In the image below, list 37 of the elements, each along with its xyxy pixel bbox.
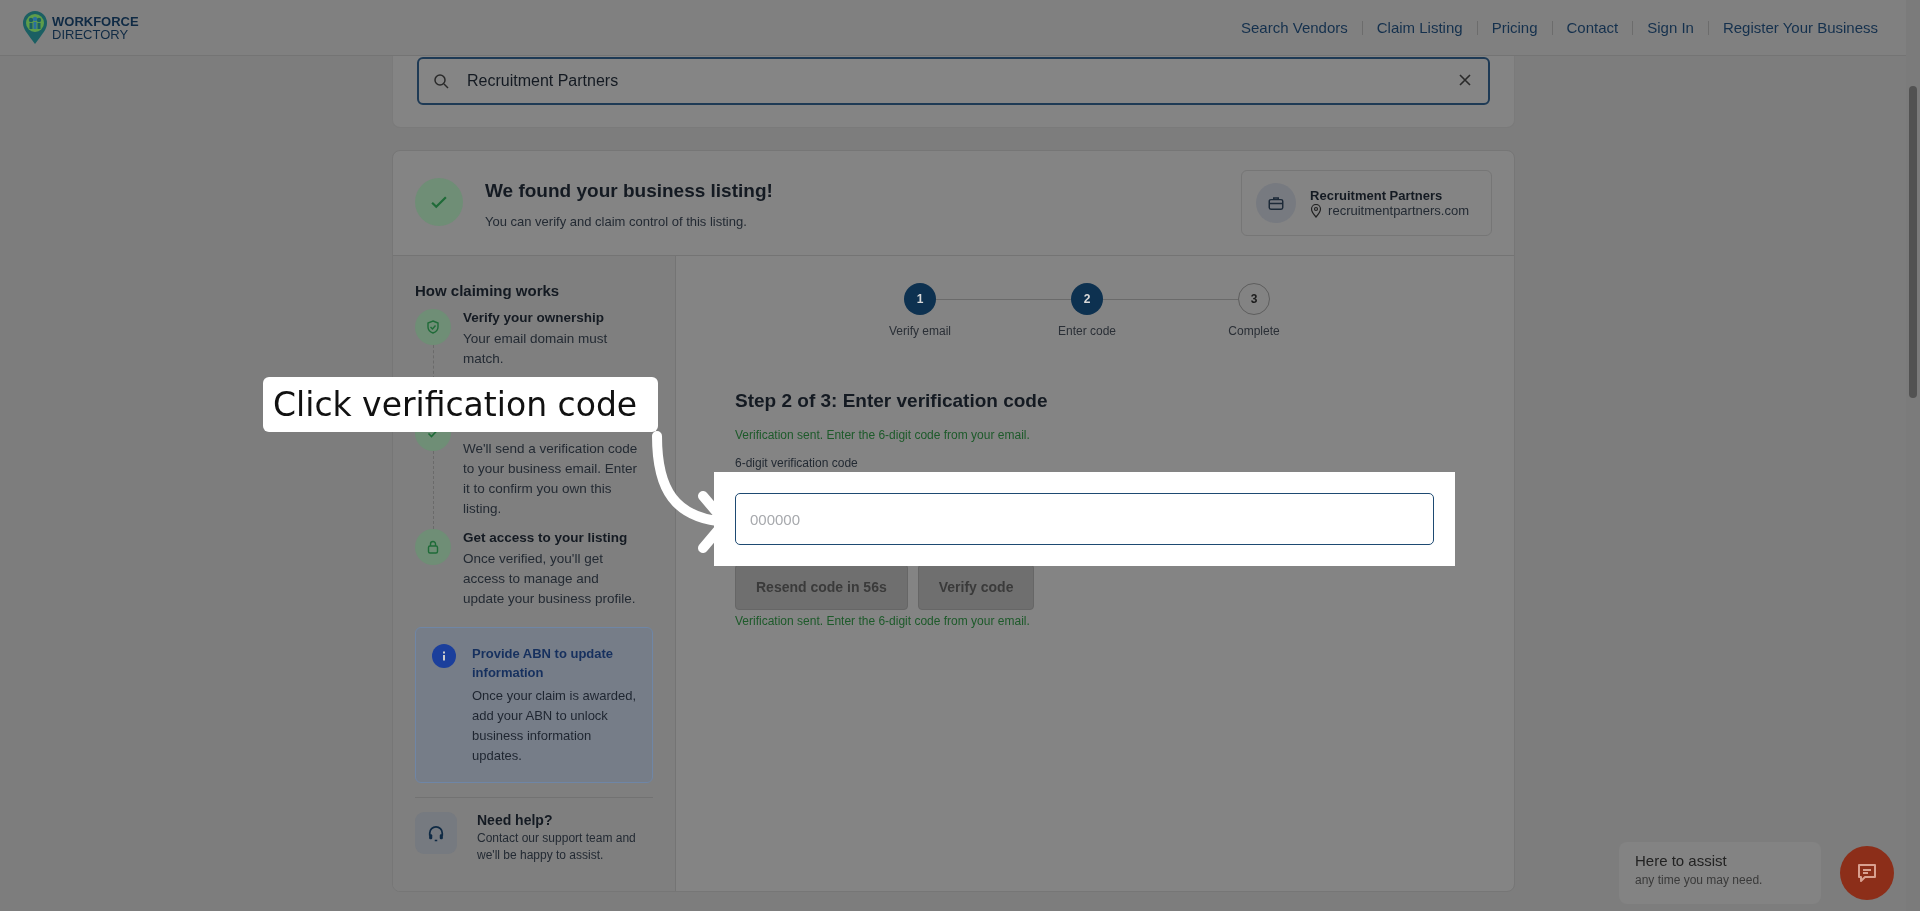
found-subtitle: You can verify and claim control of this listing. <box>485 213 748 229</box>
search-field[interactable]: Recruitment Partners <box>417 57 1490 105</box>
nav-link[interactable]: Register Your Business <box>1722 19 1878 36</box>
sidebar-title: How claiming works <box>415 282 561 299</box>
step-title: Get access to your listing <box>463 530 629 545</box>
logo-text: WORKFORCE <box>52 14 139 28</box>
step-title: Verify your ownership <box>463 310 606 325</box>
field-label: 6-digit verification code <box>735 456 859 470</box>
help-text: Contact our support team and we'll be happy to assist. <box>477 830 637 864</box>
nav-link[interactable]: Pricing <box>1491 19 1538 36</box>
nav-link[interactable]: Claim Listing <box>1376 19 1463 36</box>
found-title: We found your business listing! <box>485 179 773 202</box>
step-number: 2 <box>1071 283 1103 315</box>
business-website: recruitmentpartners.com <box>1328 203 1469 218</box>
code-input[interactable]: 000000 <box>735 493 1434 545</box>
nav-link[interactable]: Search Vendors <box>1241 19 1348 36</box>
step-number: 3 <box>1238 283 1270 315</box>
step-description: Your email domain must match. <box>463 330 609 368</box>
callout-label: Click verification code <box>263 377 659 432</box>
business-name: Recruitment Partners <box>1310 188 1444 203</box>
info-title: Provide ABN to update information <box>472 645 615 682</box>
step-number: 1 <box>904 283 936 315</box>
info-text: Once your claim is awarded, add your ABN to unlock business information updates. <box>472 687 637 765</box>
step-label: Verify email <box>889 324 951 338</box>
step-label: Enter code <box>1057 324 1116 338</box>
form-heading: Step 2 of 3: Enter verification code <box>735 390 1049 412</box>
step-description: We'll send a verification code to your business email. Enter it to confirm you own this listing. <box>463 440 639 518</box>
chat-subtitle: any time you may need. <box>1635 873 1764 887</box>
step-description: Once verified, you'll get access to manage and update your business profile. <box>463 550 637 608</box>
logo-text: DIRECTORY <box>52 27 130 41</box>
nav-link[interactable]: Sign In <box>1647 19 1694 36</box>
step-label: Complete <box>1228 324 1280 338</box>
chat-title: Here to assist <box>1635 852 1728 869</box>
notice-text: Verification sent. Enter the 6-digit code from your email. <box>735 428 1031 442</box>
help-title: Need help? <box>477 812 554 828</box>
nav-link[interactable]: Contact <box>1566 19 1619 36</box>
status-text: Verification sent. Enter the 6-digit code from your email. <box>735 614 1031 628</box>
